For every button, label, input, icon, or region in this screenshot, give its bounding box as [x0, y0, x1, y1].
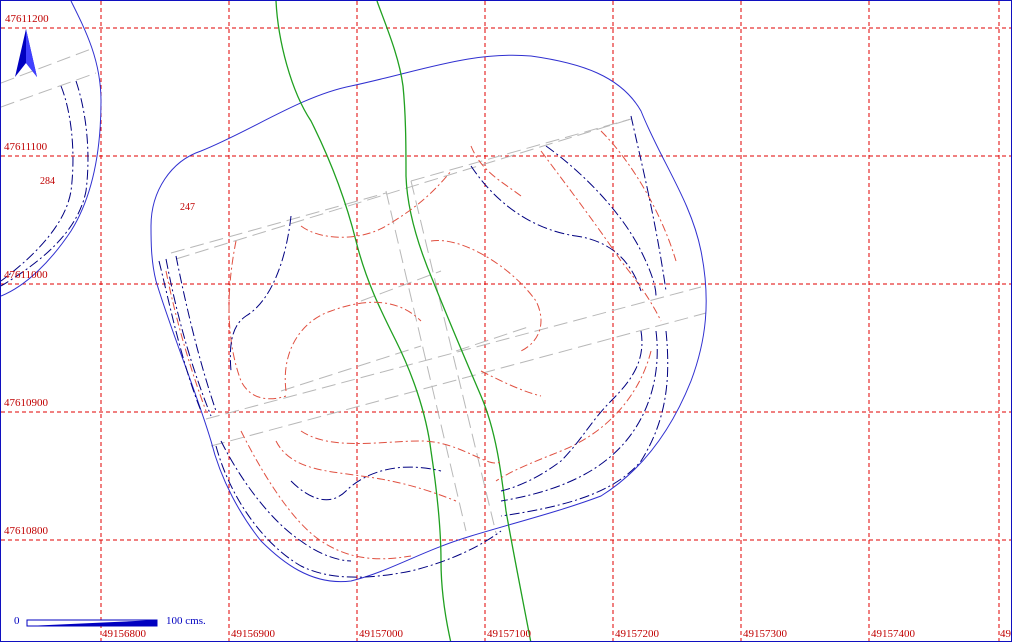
boundary-lines: [1, 1, 707, 583]
x-label-7: 49157400: [871, 628, 915, 640]
road-west: [275, 1, 452, 641]
grid-lines: [1, 1, 1011, 641]
elevation-label-284: 284: [40, 176, 55, 187]
y-label-1: 47611200: [5, 13, 49, 25]
scale-end-label: 100 cms.: [166, 615, 206, 627]
main-boundary: [150, 54, 707, 583]
y-label-2: 47611100: [4, 141, 48, 153]
x-label-8: 49: [1000, 628, 1011, 640]
x-label-4: 49157100: [487, 628, 531, 640]
map-graphics: [1, 1, 1011, 641]
x-label-6: 49157300: [743, 628, 787, 640]
y-label-4: 47610900: [4, 397, 48, 409]
survey-strips: [1, 48, 707, 534]
x-label-3: 49157000: [359, 628, 403, 640]
y-label-3: 47611000: [4, 269, 48, 281]
map-canvas[interactable]: 47611200 47611100 47611000 47610900 4761…: [0, 0, 1012, 642]
x-label-2: 49156900: [231, 628, 275, 640]
x-label-1: 49156800: [102, 628, 146, 640]
elevation-label-247: 247: [180, 202, 195, 213]
road-east: [376, 1, 532, 641]
scale-start-label: 0: [14, 615, 20, 627]
y-label-5: 47610800: [4, 525, 48, 537]
x-label-5: 49157200: [615, 628, 659, 640]
scale-bar: [26, 619, 158, 627]
north-arrow-icon: [15, 29, 37, 77]
contours-red: [165, 130, 677, 560]
